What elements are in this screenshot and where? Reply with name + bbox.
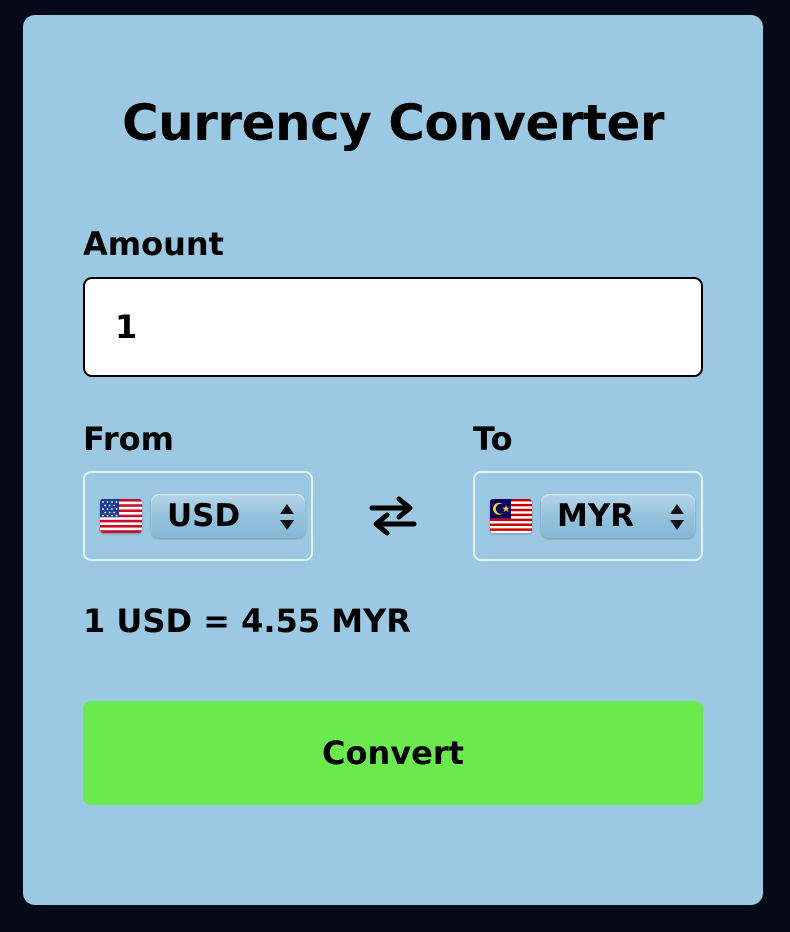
us-flag-icon bbox=[100, 499, 142, 533]
my-flag-icon bbox=[490, 499, 532, 533]
to-currency-value: MYR bbox=[557, 498, 635, 534]
to-currency-select[interactable]: MYR bbox=[541, 494, 695, 538]
page-title: Currency Converter bbox=[121, 94, 665, 152]
to-label: To bbox=[473, 420, 513, 458]
from-currency-value: USD bbox=[167, 498, 241, 534]
amount-input[interactable] bbox=[83, 277, 703, 377]
from-label: From bbox=[83, 420, 174, 458]
from-currency-select[interactable]: USD bbox=[151, 494, 305, 538]
from-currency-box: USD bbox=[83, 471, 313, 561]
converter-card: Currency Converter Amount From To bbox=[23, 15, 763, 905]
swap-arrows-icon[interactable] bbox=[368, 495, 418, 537]
exchange-rate-text: 1 USD = 4.55 MYR bbox=[83, 602, 411, 640]
select-arrows-icon bbox=[280, 504, 294, 530]
convert-button[interactable]: Convert bbox=[83, 701, 703, 805]
select-arrows-icon bbox=[670, 504, 684, 530]
to-currency-box: MYR bbox=[473, 471, 703, 561]
amount-label: Amount bbox=[83, 225, 224, 263]
